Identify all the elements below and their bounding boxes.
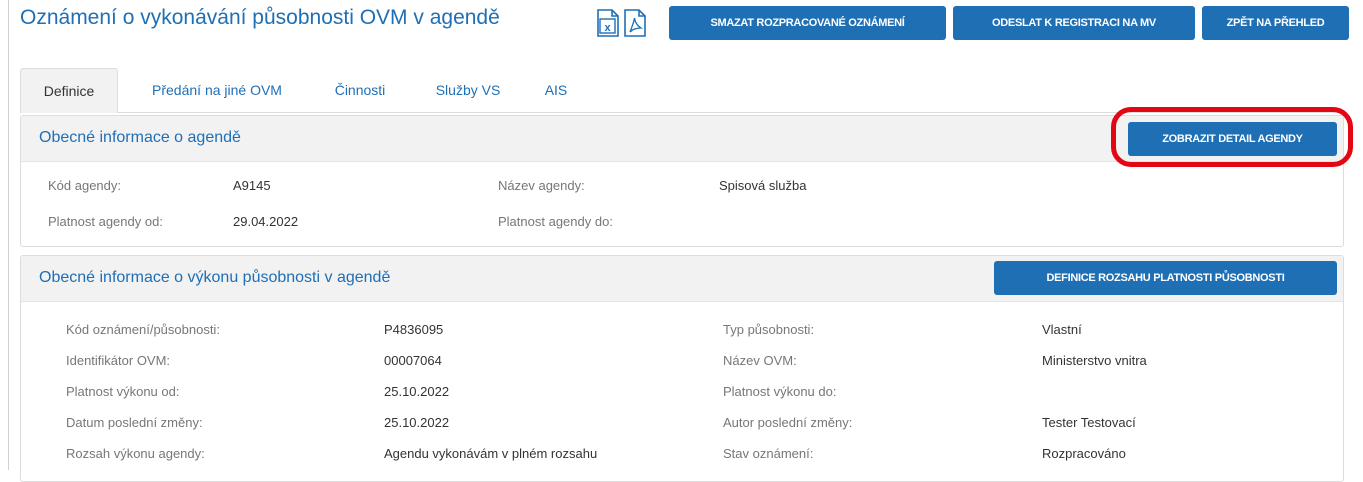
notice-code-value: P4836095 [384, 322, 444, 337]
page-left-border [8, 0, 9, 470]
agenda-code-label: Kód agendy: [48, 178, 122, 193]
svg-text:x: x [604, 22, 611, 34]
define-validity-scope-button[interactable]: DEFINICE ROZSAHU PLATNOSTI PŮSOBNOSTI [994, 261, 1337, 295]
pdf-icon[interactable] [624, 9, 646, 37]
ovm-id-value: 00007064 [384, 353, 442, 368]
tab-cinnosti[interactable]: Činnosti [320, 68, 400, 112]
agenda-valid-from-label: Platnost agendy od: [48, 214, 163, 229]
exec-scope-value: Agendu vykonávám v plném rozsahu [384, 446, 598, 461]
agenda-valid-to-label: Platnost agendy do: [498, 214, 613, 229]
delete-draft-button[interactable]: SMAZAT ROZPRACOVANÉ OZNÁMENÍ [669, 6, 946, 40]
tab-sluzby-vs[interactable]: Služby VS [419, 68, 517, 112]
agenda-panel-title: Obecné informace o agendě [39, 129, 241, 146]
excel-icon[interactable]: x [597, 9, 619, 37]
tab-ais[interactable]: AIS [531, 68, 581, 112]
exec-valid-to-label: Platnost výkonu do: [723, 384, 837, 399]
notice-status-label: Stav oznámení: [723, 446, 814, 461]
execution-panel-title: Obecné informace o výkonu působnosti v a… [39, 269, 391, 286]
highlight-annotation [1111, 107, 1353, 167]
agenda-name-value: Spisová služba [719, 178, 807, 193]
last-change-date-value: 25.10.2022 [384, 415, 450, 430]
notice-code-label: Kód oznámení/působnosti: [66, 322, 220, 337]
last-change-author-label: Autor poslední změny: [723, 415, 853, 430]
exec-valid-from-value: 25.10.2022 [384, 384, 450, 399]
last-change-date-label: Datum poslední změny: [66, 415, 203, 430]
ovm-id-label: Identifikátor OVM: [66, 353, 171, 368]
ovm-name-value: Ministerstvo vnitra [1042, 353, 1147, 368]
agenda-valid-from-value: 29.04.2022 [233, 214, 299, 229]
back-to-overview-button[interactable]: ZPĚT NA PŘEHLED [1202, 6, 1349, 40]
agenda-code-value: A9145 [233, 178, 271, 193]
tab-definice[interactable]: Definice [20, 68, 118, 113]
send-to-registration-button[interactable]: ODESLAT K REGISTRACI NA MV [953, 6, 1195, 40]
exec-valid-from-label: Platnost výkonu od: [66, 384, 180, 399]
tab-predani[interactable]: Předání na jiné OVM [133, 68, 301, 112]
agenda-name-label: Název agendy: [498, 178, 585, 193]
page-title: Oznámení o vykonávání působnosti OVM v a… [20, 6, 500, 29]
exec-scope-label: Rozsah výkonu agendy: [66, 446, 205, 461]
ovm-name-label: Název OVM: [723, 353, 797, 368]
competence-type-value: Vlastní [1042, 322, 1082, 337]
notice-status-value: Rozpracováno [1042, 446, 1126, 461]
competence-type-label: Typ působnosti: [723, 322, 815, 337]
last-change-author-value: Tester Testovací [1042, 415, 1136, 430]
execution-panel-header: Obecné informace o výkonu působnosti v a… [21, 256, 1343, 302]
execution-info-panel: Obecné informace o výkonu působnosti v a… [20, 255, 1344, 482]
